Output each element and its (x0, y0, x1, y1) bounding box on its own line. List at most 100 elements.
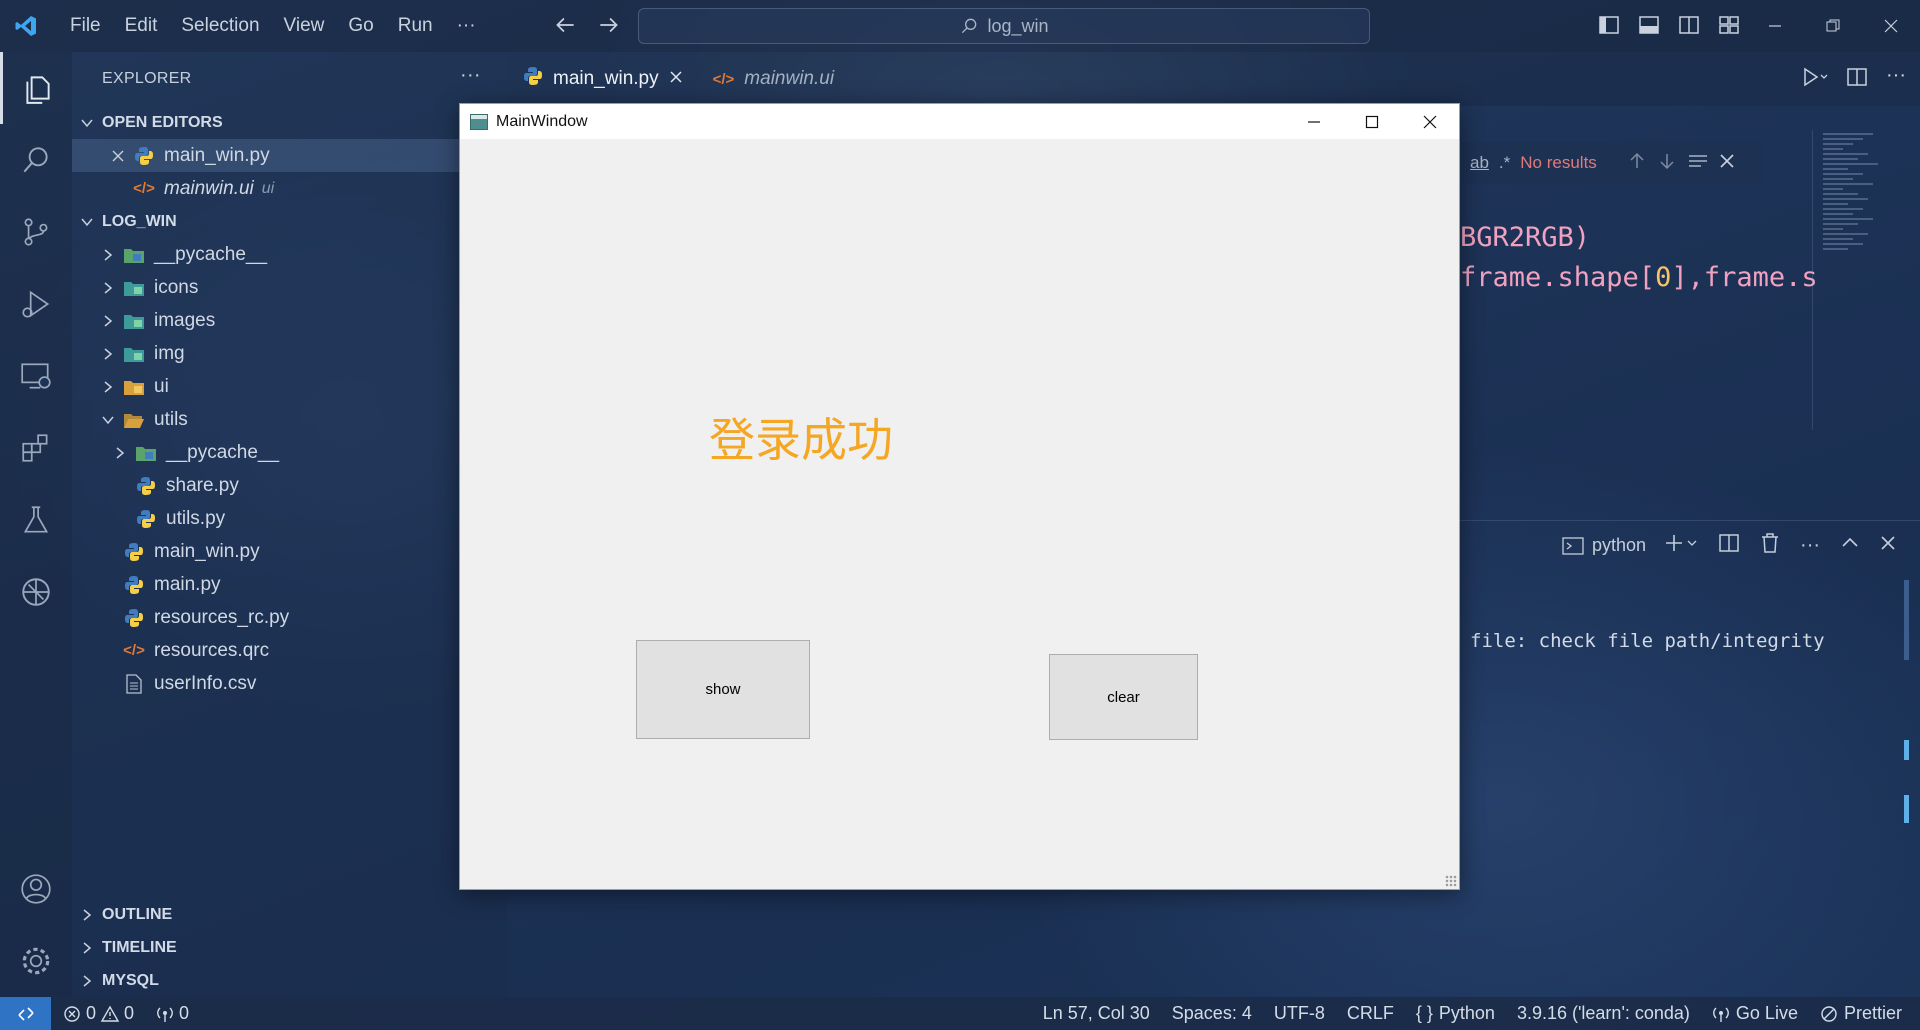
cursor-position[interactable]: Ln 57, Col 30 (1043, 1003, 1150, 1024)
close-panel-icon[interactable] (1880, 535, 1896, 556)
close-window-icon[interactable] (1862, 0, 1920, 52)
indentation[interactable]: Spaces: 4 (1172, 1003, 1252, 1024)
encoding[interactable]: UTF-8 (1274, 1003, 1325, 1024)
mysql-header[interactable]: MYSQL (72, 964, 507, 997)
window-controls (1746, 0, 1920, 52)
tree-folder[interactable]: __pycache__ (72, 436, 507, 469)
find-in-selection-icon[interactable] (1687, 151, 1709, 176)
testing-flask-icon[interactable] (0, 484, 72, 556)
menu-edit[interactable]: Edit (113, 0, 170, 52)
minimize-icon[interactable] (1746, 0, 1804, 52)
menu-more[interactable]: ··· (445, 0, 488, 52)
back-arrow-icon[interactable] (552, 12, 578, 38)
tree-folder[interactable]: __pycache__ (72, 238, 507, 271)
open-editor-item[interactable]: </> mainwin.ui ui (72, 172, 507, 205)
outline-header[interactable]: OUTLINE (72, 898, 507, 931)
language-label: Python (1438, 1003, 1495, 1023)
command-center-search[interactable]: log_win (638, 8, 1370, 44)
tree-folder[interactable]: images (72, 304, 507, 337)
settings-gear-icon[interactable] (0, 925, 72, 997)
csv-file-icon (122, 673, 146, 694)
previous-match-icon[interactable] (1627, 151, 1647, 176)
timeline-header[interactable]: TIMELINE (72, 931, 507, 964)
maximize-panel-icon[interactable] (1840, 533, 1860, 558)
close-icon[interactable] (1401, 104, 1459, 139)
menu-run[interactable]: Run (386, 0, 445, 52)
terminal-output[interactable]: file: check file path/integrity (1470, 630, 1910, 652)
menu-go[interactable]: Go (336, 0, 385, 52)
tree-file[interactable]: </> resources.qrc (72, 634, 507, 667)
regex-icon[interactable]: .* (1499, 153, 1510, 173)
tree-folder[interactable]: img (72, 337, 507, 370)
ports-indicator[interactable]: 0 (156, 1003, 189, 1024)
remote-explorer-icon[interactable] (0, 340, 72, 412)
toggle-sidebar-icon[interactable] (1598, 14, 1620, 36)
title-bar: File Edit Selection View Go Run ··· log_… (0, 0, 1920, 52)
tree-file[interactable]: resources_rc.py (72, 601, 507, 634)
tree-folder[interactable]: ui (72, 370, 507, 403)
tree-file[interactable]: utils.py (72, 502, 507, 535)
new-terminal-icon[interactable] (1664, 533, 1698, 558)
split-editor-icon[interactable] (1846, 66, 1868, 94)
python-file-icon (134, 476, 158, 496)
open-editor-item[interactable]: main_win.py (72, 139, 507, 172)
tab-mainwin-ui[interactable]: </> mainwin.ui (697, 52, 848, 106)
toggle-secondary-sidebar-icon[interactable] (1678, 14, 1700, 36)
language-mode[interactable]: { } Python (1416, 1003, 1495, 1024)
customize-layout-icon[interactable] (1718, 14, 1740, 36)
go-live-button[interactable]: Go Live (1712, 1003, 1798, 1024)
search-activity-icon[interactable] (0, 124, 72, 196)
chevron-down-icon (100, 413, 116, 427)
chevron-right-icon (72, 974, 102, 988)
account-icon[interactable] (0, 853, 72, 925)
tree-folder[interactable]: icons (72, 271, 507, 304)
line-ending[interactable]: CRLF (1347, 1003, 1394, 1024)
tab-main-win-py[interactable]: main_win.py (507, 52, 697, 106)
forward-arrow-icon[interactable] (596, 12, 622, 38)
menu-file[interactable]: File (58, 0, 113, 52)
extensions-icon[interactable] (0, 412, 72, 484)
menu-selection[interactable]: Selection (169, 0, 271, 52)
menu-view[interactable]: View (272, 0, 337, 52)
run-debug-icon[interactable] (0, 268, 72, 340)
toggle-panel-icon[interactable] (1638, 14, 1660, 36)
clear-button[interactable]: clear (1049, 654, 1198, 740)
trash-icon[interactable] (1760, 532, 1780, 559)
minimap[interactable] (1812, 130, 1897, 430)
tree-file[interactable]: userInfo.csv (72, 667, 507, 700)
explorer-more-icon[interactable]: ··· (460, 64, 481, 87)
problems-indicator[interactable]: 0 0 (63, 1003, 134, 1024)
resize-grip-icon[interactable] (1445, 875, 1457, 887)
open-editors-header[interactable]: OPEN EDITORS (72, 106, 507, 139)
next-match-icon[interactable] (1657, 151, 1677, 176)
file-name: images (154, 309, 216, 331)
tree-file[interactable]: main_win.py (72, 535, 507, 568)
python-file-icon (122, 542, 146, 562)
restore-icon[interactable] (1804, 0, 1862, 52)
project-header[interactable]: LOG_WIN (72, 205, 507, 238)
match-word-icon[interactable]: ab (1470, 153, 1489, 173)
tree-folder-open[interactable]: utils (72, 403, 507, 436)
split-terminal-icon[interactable] (1718, 532, 1740, 559)
minimize-icon[interactable] (1285, 104, 1343, 139)
close-find-icon[interactable] (1719, 153, 1735, 174)
close-icon[interactable] (110, 149, 126, 163)
project-label: LOG_WIN (102, 212, 177, 230)
code-editor[interactable]: BGR2RGB) frame.shape[0],frame.s (1460, 218, 1820, 298)
python-interpreter[interactable]: 3.9.16 ('learn': conda) (1517, 1003, 1690, 1024)
explorer-activity-icon[interactable] (0, 52, 72, 124)
tree-file[interactable]: share.py (72, 469, 507, 502)
database-globe-icon[interactable] (0, 556, 72, 628)
prettier-status[interactable]: Prettier (1820, 1003, 1902, 1024)
more-icon[interactable]: ··· (1800, 534, 1820, 557)
source-control-icon[interactable] (0, 196, 72, 268)
run-file-icon[interactable] (1802, 66, 1828, 94)
maximize-icon[interactable] (1343, 104, 1401, 139)
remote-indicator-icon[interactable] (0, 997, 51, 1030)
tree-file[interactable]: main.py (72, 568, 507, 601)
close-tab-icon[interactable] (669, 68, 683, 90)
terminal-selector[interactable]: python (1562, 535, 1646, 556)
file-name: main_win.py (154, 540, 260, 562)
more-actions-icon[interactable]: ··· (1886, 65, 1906, 94)
show-button[interactable]: show (636, 640, 810, 739)
